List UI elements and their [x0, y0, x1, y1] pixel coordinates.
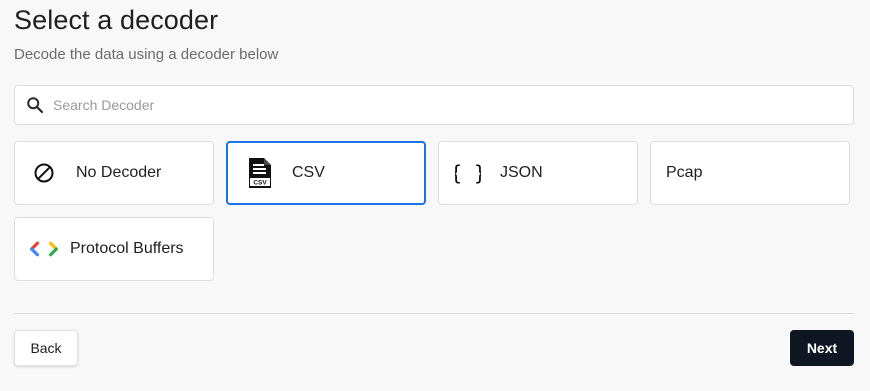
next-button[interactable]: Next [790, 330, 854, 366]
page-subtitle: Decode the data using a decoder below [14, 46, 279, 63]
decoder-card-no-decoder[interactable]: No Decoder [14, 141, 214, 205]
decoder-card-protocol-buffers[interactable]: Protocol Buffers [14, 217, 214, 281]
csv-file-icon: CSV [246, 158, 274, 188]
decoder-card-json[interactable]: { } JSON [438, 141, 638, 205]
svg-text:{ }: { } [455, 161, 481, 185]
decoder-label: No Decoder [76, 164, 162, 181]
footer-divider [14, 313, 854, 314]
decoder-label: Pcap [666, 164, 703, 181]
no-decoder-icon [30, 159, 58, 187]
decoder-selection-page: Select a decoder Decode the data using a… [0, 0, 870, 391]
decoder-label: CSV [292, 164, 325, 181]
search-box[interactable] [14, 85, 854, 125]
curly-braces-icon: { } [454, 159, 482, 187]
svg-text:CSV: CSV [253, 180, 267, 187]
page-title: Select a decoder [14, 5, 219, 35]
decoder-label: JSON [500, 164, 543, 181]
decoder-card-csv[interactable]: CSV CSV [226, 141, 426, 205]
search-icon [26, 96, 44, 114]
decoder-card-pcap[interactable]: Pcap [650, 141, 850, 205]
search-input[interactable] [53, 90, 833, 120]
protobuf-chevrons-icon [30, 235, 58, 263]
back-button[interactable]: Back [14, 330, 78, 366]
decoder-label: Protocol Buffers [70, 240, 184, 257]
